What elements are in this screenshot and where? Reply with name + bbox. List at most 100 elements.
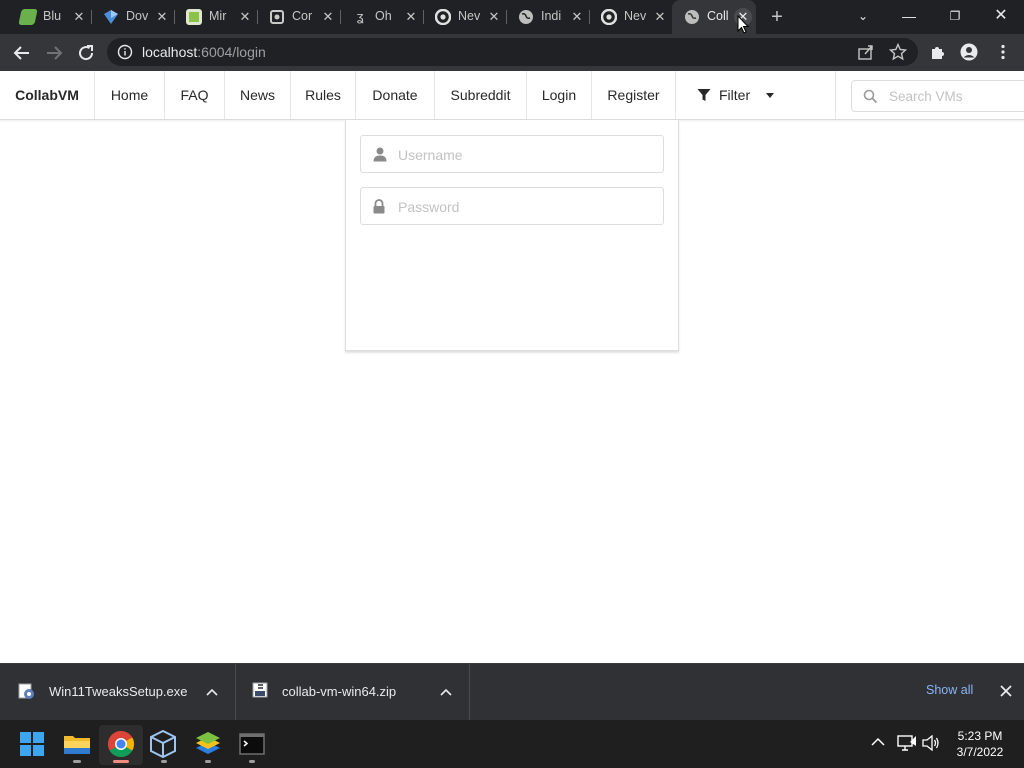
tab-close-icon[interactable]: ✕ — [651, 8, 669, 26]
tab-close-icon[interactable]: ✕ — [485, 8, 503, 26]
lock-icon — [373, 199, 385, 214]
caret-down-icon — [766, 93, 774, 98]
url-path: :6004/login — [197, 44, 266, 60]
virtualbox-icon[interactable] — [147, 728, 179, 760]
mouse-cursor-icon — [737, 15, 749, 34]
browser-tab[interactable]: Dov ✕ — [91, 0, 175, 34]
bluestacks-icon[interactable] — [192, 728, 224, 760]
tab-close-icon[interactable]: ✕ — [153, 8, 171, 26]
tab-title: Oh — [375, 9, 392, 23]
browser-tab[interactable]: ʓ Oh ✕ — [340, 0, 424, 34]
tab-title: Indi — [541, 9, 562, 23]
globe-icon — [518, 9, 534, 25]
nav-rules[interactable]: Rules — [291, 71, 356, 119]
chevron-up-icon[interactable] — [206, 688, 218, 696]
browser-tab[interactable]: Indi ✕ — [506, 0, 590, 34]
browser-tab[interactable]: Cor ✕ — [257, 0, 341, 34]
reload-icon[interactable] — [74, 41, 98, 65]
filter-funnel-icon — [697, 89, 711, 101]
file-explorer-icon[interactable] — [61, 728, 93, 760]
site-info-icon[interactable] — [117, 44, 133, 60]
clock-time: 5:23 PM — [957, 729, 1003, 743]
running-indicator — [249, 760, 255, 763]
tab-title: Mir — [209, 9, 227, 23]
nav-register[interactable]: Register — [592, 71, 676, 119]
browser-tab[interactable]: Nev ✕ — [589, 0, 673, 34]
password-field[interactable]: Password — [360, 187, 664, 225]
show-hidden-icons-chevron-icon[interactable] — [871, 737, 885, 747]
new-tab-button[interactable]: + — [767, 7, 787, 27]
password-placeholder: Password — [398, 199, 460, 215]
filter-dropdown[interactable]: Filter — [675, 71, 836, 119]
network-icon[interactable] — [897, 734, 917, 752]
bookmark-star-icon[interactable] — [889, 43, 907, 61]
show-all-downloads-link[interactable]: Show all — [926, 683, 973, 697]
tab-close-icon[interactable]: ✕ — [568, 8, 586, 26]
tab-close-icon[interactable]: ✕ — [70, 8, 88, 26]
browser-tab[interactable]: Mir ✕ — [174, 0, 258, 34]
forward-arrow-icon[interactable] — [42, 41, 66, 65]
tab-title: Dov — [126, 9, 148, 23]
tab-title: Nev — [458, 9, 480, 23]
search-icon — [863, 89, 878, 104]
close-window-button[interactable]: ✕ — [989, 5, 1013, 27]
url-host: localhost — [142, 44, 198, 60]
extensions-puzzle-icon[interactable] — [929, 43, 947, 61]
nav-news[interactable]: News — [225, 71, 291, 119]
chevron-up-icon[interactable] — [440, 688, 452, 696]
running-indicator — [161, 760, 167, 763]
windows-start-icon[interactable] — [16, 728, 48, 760]
download-item[interactable]: collab-vm-win64.zip — [236, 664, 470, 721]
close-download-shelf-icon[interactable] — [996, 681, 1016, 701]
url-text: localhost:6004/login — [142, 44, 266, 60]
taskbar-clock[interactable]: 5:23 PM 3/7/2022 — [944, 728, 1016, 760]
nav-donate[interactable]: Donate — [356, 71, 435, 119]
tab-close-icon[interactable]: ✕ — [236, 8, 254, 26]
running-indicator — [73, 760, 81, 763]
globe-icon — [684, 9, 700, 25]
profile-avatar-icon[interactable] — [960, 43, 978, 61]
download-item[interactable]: Win11TweaksSetup.exe — [0, 664, 236, 721]
tab-favicon-icon — [103, 9, 119, 25]
installer-file-icon — [18, 683, 34, 699]
username-field[interactable]: Username — [360, 135, 664, 173]
chrome-icon[interactable] — [105, 728, 137, 760]
browser-menu-icon[interactable] — [994, 43, 1012, 61]
chrome-favicon-icon — [434, 8, 452, 26]
user-icon — [373, 147, 387, 162]
active-app-indicator — [113, 760, 129, 763]
nav-login[interactable]: Login — [527, 71, 592, 119]
tab-favicon-icon — [269, 9, 285, 25]
nav-faq[interactable]: FAQ — [165, 71, 225, 119]
nav-home[interactable]: Home — [95, 71, 165, 119]
filter-label: Filter — [719, 87, 751, 103]
restore-button[interactable]: ❐ — [943, 5, 967, 27]
search-vms-input[interactable]: Search VMs — [851, 80, 1024, 112]
tab-favicon-icon — [186, 9, 202, 25]
share-icon[interactable] — [857, 43, 875, 61]
download-filename: collab-vm-win64.zip — [282, 684, 397, 699]
tab-favicon-icon: ʓ — [356, 9, 364, 24]
search-placeholder: Search VMs — [889, 89, 963, 104]
tab-title: Coll — [707, 9, 729, 23]
running-indicator — [205, 760, 211, 763]
brand-link[interactable]: CollabVM — [0, 71, 95, 119]
nav-subreddit[interactable]: Subreddit — [435, 71, 527, 119]
tab-favicon-icon — [18, 9, 38, 25]
terminal-icon[interactable] — [236, 728, 268, 760]
tab-title: Blu — [43, 9, 62, 23]
volume-icon[interactable] — [922, 735, 940, 751]
clock-date: 3/7/2022 — [956, 745, 1004, 759]
tab-close-icon[interactable]: ✕ — [402, 8, 420, 26]
chrome-favicon-icon — [600, 8, 618, 26]
username-placeholder: Username — [398, 147, 463, 163]
download-filename: Win11TweaksSetup.exe — [49, 684, 188, 699]
browser-tab-strip: Blu ✕ Dov ✕ Mir ✕ Cor ✕ ʓ Oh ✕ Nev ✕ Ind… — [0, 0, 1024, 34]
back-arrow-icon[interactable] — [10, 41, 34, 65]
tab-search-chevron-icon[interactable]: ⌄ — [851, 5, 875, 27]
download-shelf: Win11TweaksSetup.exe collab-vm-win64.zip — [0, 663, 1024, 721]
minimize-button[interactable]: — — [897, 5, 921, 27]
browser-tab[interactable]: Blu ✕ — [8, 0, 92, 34]
tab-close-icon[interactable]: ✕ — [319, 8, 337, 26]
browser-tab[interactable]: Nev ✕ — [423, 0, 507, 34]
